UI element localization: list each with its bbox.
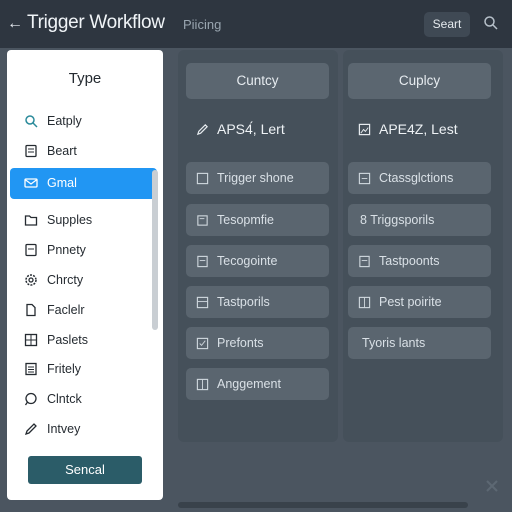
card-label: Tastpoonts [379,254,440,268]
file-icon [26,303,36,317]
left-item-2[interactable]: Trigger shone [186,162,329,194]
sidebar-item-label: Faclelr [47,303,85,317]
checklist-icon [196,337,209,350]
sidebar-item-gmal[interactable]: Gmal [10,168,157,199]
document-icon [197,255,208,268]
column-header-cuntcy[interactable]: Cuntcy [186,63,329,99]
search-button[interactable]: Seart [424,12,470,37]
trigger-icon [358,172,371,185]
sidebar-item-label: Clntck [47,392,82,406]
card-label: Trigger shone [217,171,294,185]
sidebar-item-label: Paslets [47,333,88,347]
left-item-5[interactable]: Tastporils [186,286,329,318]
card-label: Ctassglctions [379,171,454,185]
left-item-6[interactable]: Prefonts [186,327,329,359]
card-label: APS4́, Lert [217,121,285,137]
sidebar-item-label: Eatply [47,114,82,128]
card-label: Tecogointe [217,254,278,268]
sidebar-item-pnnety[interactable]: Pnnety [21,237,151,263]
pen-icon [196,124,208,136]
sidebar-item-label: Fritely [47,362,82,376]
sencal-button[interactable]: Sencal [28,456,142,484]
page-title: Trigger Workflow [27,12,165,33]
sidebar-item-faclelr[interactable]: Faclelr [21,297,151,323]
right-item-3[interactable]: 8 Triggsporils [348,204,491,236]
left-item-3[interactable]: Tesopmfie [186,204,329,236]
card-label: Anggement [217,377,281,391]
sidebar-item-eatply[interactable]: Eatply [21,108,151,134]
left-item-7[interactable]: Anggement [186,368,329,400]
image-icon [358,123,371,136]
pen-icon [24,423,37,436]
sidebar-item-paslets[interactable]: Paslets [21,327,151,353]
page-subtitle: Piicing [183,17,222,32]
sidebar-item-beart[interactable]: Beart [21,138,151,164]
card-label: Tyoris lants [362,336,426,350]
left-item-4[interactable]: Tecogointe [186,245,329,277]
right-column-panel: Cuplcy APE4Z, Lest Ctassglctions 8 Trigg… [343,50,503,442]
header-bar: ← Trigger Workflow Piicing Seart [0,0,512,48]
list-icon [25,362,37,376]
column-header-cuplcy[interactable]: Cuplcy [348,63,491,99]
close-icon[interactable] [484,478,500,494]
gallery-icon [196,378,209,391]
right-item-2[interactable]: Ctassglctions [348,162,491,194]
sidebar-item-label: Intvey [47,422,81,436]
card-label: Tastporils [217,295,270,309]
document-icon [25,243,37,257]
right-item-1[interactable]: APE4Z, Lest [348,113,491,145]
sidebar-item-clntck[interactable]: Clntck [21,386,151,412]
sidebar-scrollbar[interactable] [152,170,158,330]
mail-icon [24,178,38,188]
sidebar-item-label: Chrcty [47,273,84,287]
right-item-5[interactable]: Pest poirite [348,286,491,318]
right-item-6[interactable]: Tyoris lants [348,327,491,359]
back-arrow-icon[interactable]: ← [7,14,23,34]
chat-icon [24,392,37,406]
search-icon [25,115,38,128]
grid-icon [24,333,38,347]
left-column-panel: Cuntcy APS4́, Lert Trigger shone Tesopmf… [178,50,338,442]
sidebar-item-label: Beart [47,144,77,158]
sidebar-item-intvey[interactable]: Intvey [21,416,151,442]
table-icon [196,296,209,309]
sidebar-item-supples[interactable]: Supples [21,207,151,233]
card-label: Tesopmfie [217,213,274,227]
card-label: Pest poirite [379,295,442,309]
sidebar-item-chrcty[interactable]: Chrcty [21,267,151,293]
card-label: Prefonts [217,336,264,350]
type-sidebar: Type Eatply Beart Gmal Supples Pnnety Ch… [7,50,163,500]
gear-icon [25,274,37,286]
document-icon [359,255,370,268]
right-item-4[interactable]: Tastpoonts [348,245,491,277]
card-label: 8 Triggsporils [360,213,435,227]
sidebar-item-label: Pnnety [47,243,86,257]
folder-icon [24,215,38,226]
sidebar-item-fritely[interactable]: Fritely [21,356,151,382]
sidebar-item-label: Supples [47,213,93,227]
sidebar-heading: Type [68,70,102,87]
trigger-icon [196,172,209,185]
tag-icon [197,215,208,226]
search-icon[interactable] [483,15,499,31]
grid-icon [358,296,371,309]
left-item-1[interactable]: APS4́, Lert [186,113,329,145]
horizontal-scrollbar[interactable] [178,502,468,508]
card-label: APE4Z, Lest [379,121,458,137]
sidebar-item-label: Gmal [47,176,77,190]
document-icon [25,144,37,158]
